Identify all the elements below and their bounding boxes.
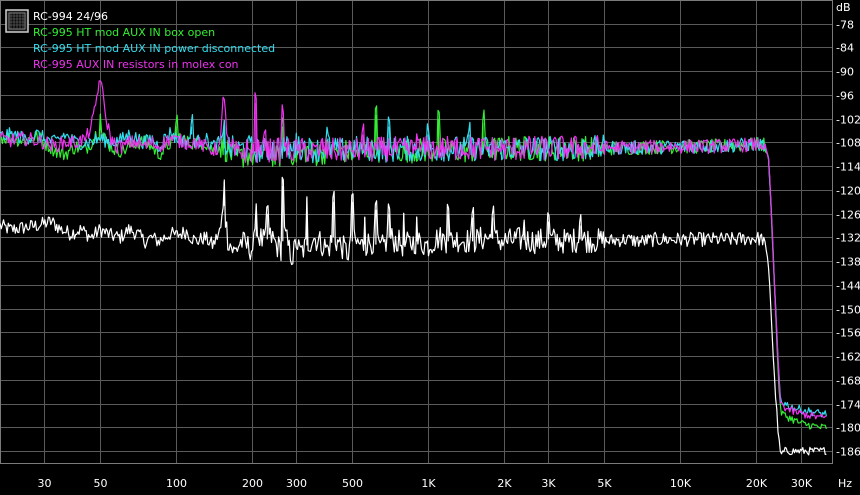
x-tick-label: 100 — [166, 477, 187, 490]
y-tick-label: -138 — [836, 256, 860, 269]
series-line — [0, 80, 827, 420]
y-tick-label: -132 — [836, 232, 860, 245]
legend-entry: RC-994 24/96 — [33, 10, 108, 23]
legend-entry: RC-995 HT mod AUX IN box open — [33, 26, 215, 39]
x-tick-label: 3K — [541, 477, 556, 490]
x-tick-label: 2K — [497, 477, 512, 490]
x-tick-label: 50 — [94, 477, 108, 490]
x-tick-label: 200 — [242, 477, 263, 490]
y-tick-label: -168 — [836, 375, 860, 388]
spectrum-chart: 30 50 100 200 300 500 1K 2K 3K 5K 10K 20K 30K -78 -84… — [0, 0, 860, 490]
y-tick-label: -108 — [836, 137, 860, 150]
series-line — [0, 176, 827, 456]
y-tick-label: -96 — [836, 90, 854, 103]
y-tick-label: -78 — [836, 19, 854, 32]
y-tick-label: -120 — [836, 185, 860, 198]
y-tick-label: -102 — [836, 114, 860, 127]
y-tick-label: -90 — [836, 66, 854, 79]
y-tick-label: -150 — [836, 304, 860, 317]
series-line — [0, 114, 827, 418]
y-tick-label: -180 — [836, 422, 860, 435]
x-tick-label: 30K — [791, 477, 813, 490]
y-tick-label: -144 — [836, 280, 860, 293]
legend-entry: RC-995 AUX IN resistors in molex con — [33, 58, 239, 71]
x-tick-label: 1K — [421, 477, 436, 490]
x-tick-label: 500 — [342, 477, 363, 490]
spectrum-analyzer-icon[interactable] — [5, 9, 29, 33]
y-tick-label: -162 — [836, 351, 860, 364]
y-axis-ticks: -78 -84 -90 -96 -102 -108 -114 -120 -126 -132 -138… — [836, 19, 860, 459]
y-tick-label: -174 — [836, 399, 860, 412]
y-tick-label: -84 — [836, 42, 854, 55]
legend-entry: RC-995 HT mod AUX IN power disconnected — [33, 42, 275, 55]
y-unit-label: dB — [836, 1, 851, 14]
x-tick-label: 5K — [597, 477, 612, 490]
x-axis-ticks: 30 50 100 200 300 500 1K 2K 3K 5K 10K 20K 30K — [38, 477, 813, 490]
x-tick-label: 20K — [746, 477, 768, 490]
y-tick-label: -186 — [836, 446, 860, 459]
x-tick-label: 30 — [38, 477, 52, 490]
legend: RC-994 24/96 RC-995 HT mod AUX IN box ope… — [5, 9, 275, 71]
y-tick-label: -156 — [836, 327, 860, 340]
series-lines — [0, 80, 827, 456]
x-tick-label: 300 — [286, 477, 307, 490]
y-tick-label: -114 — [836, 161, 860, 174]
y-tick-label: -126 — [836, 209, 860, 222]
x-unit-label: Hz — [838, 477, 852, 490]
x-tick-label: 10K — [670, 477, 692, 490]
